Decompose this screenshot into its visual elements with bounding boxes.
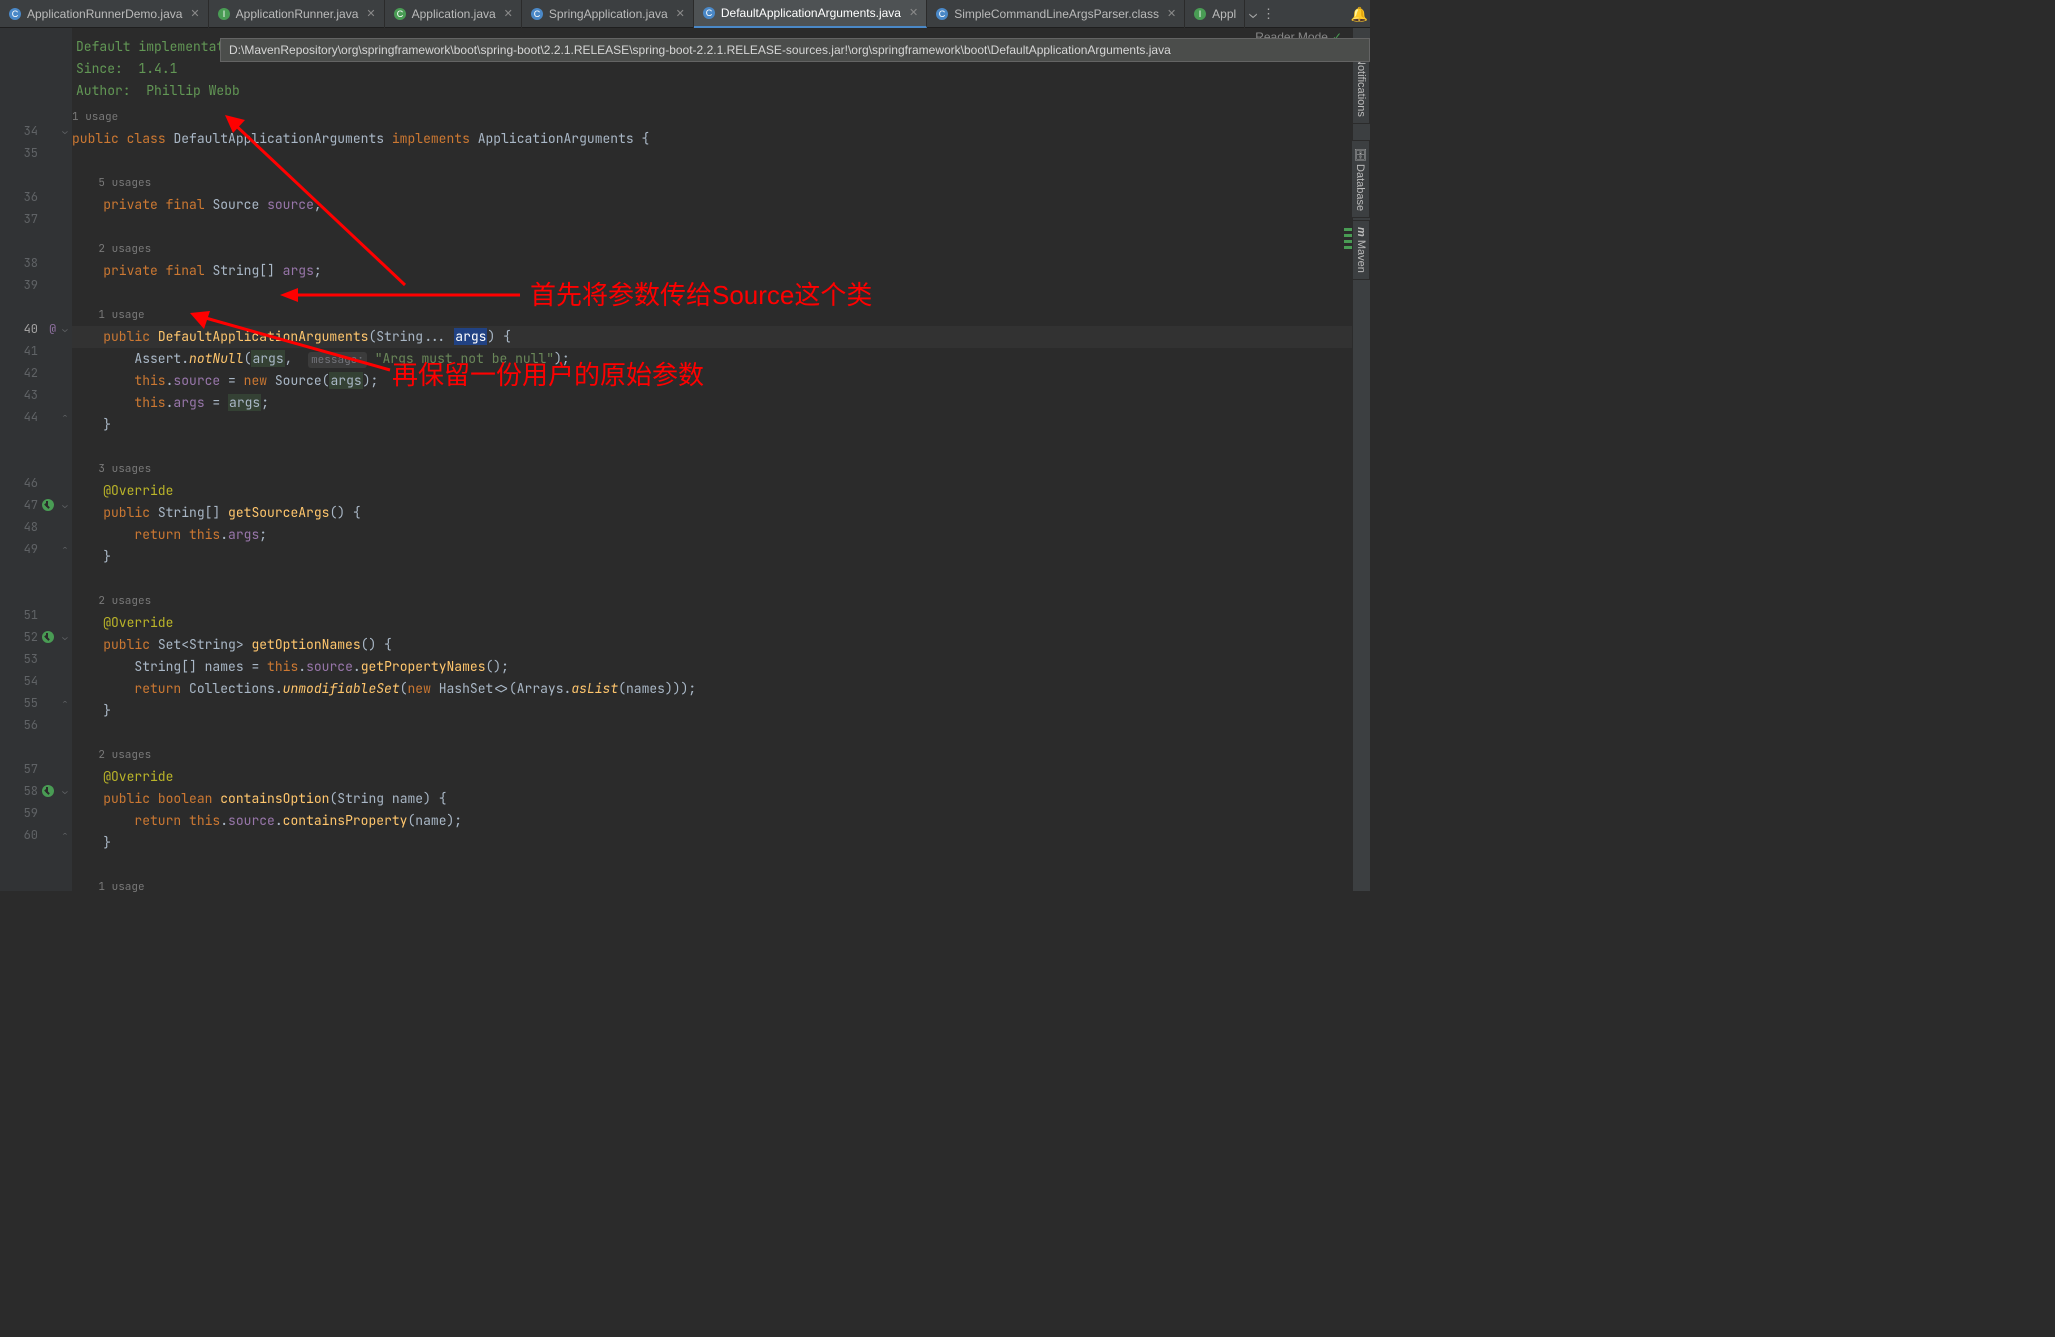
class-icon: C — [702, 6, 716, 20]
path-tooltip: D:\MavenRepository\org\springframework\b… — [220, 38, 1370, 62]
gutter-hint — [0, 98, 58, 120]
close-icon[interactable]: ✕ — [676, 7, 685, 20]
svg-text:I: I — [222, 9, 225, 19]
tool-database[interactable]: 🗄 Database — [1351, 140, 1370, 218]
marker[interactable] — [1344, 234, 1352, 237]
svg-text:C: C — [706, 8, 713, 18]
tab-overflow[interactable]: ⌄⋮ — [1245, 5, 1279, 22]
annotation-text-1: 首先将参数传给Source这个类 — [530, 275, 872, 312]
tab-3[interactable]: CSpringApplication.java✕ — [522, 0, 694, 28]
usage-hint[interactable]: 3 usages — [72, 458, 1370, 480]
editor-area: 34 35 36 37 38 39 40@ 41 42 43 44 46 47 … — [0, 28, 1370, 891]
marker[interactable] — [1344, 246, 1352, 249]
fold-icon[interactable]: ⌃ — [58, 406, 72, 428]
more-icon[interactable]: ⋮ — [1262, 5, 1275, 22]
svg-text:C: C — [396, 9, 403, 19]
fold-icon[interactable]: ⌃ — [58, 692, 72, 714]
fold-icon[interactable]: ⌄ — [58, 494, 72, 516]
fold-icon[interactable]: ⌄ — [58, 780, 72, 802]
tab-6[interactable]: IAppl — [1185, 0, 1245, 28]
notification-bell-icon[interactable]: 🔔 — [1351, 6, 1368, 24]
fold-icon[interactable]: ⌄ — [58, 120, 72, 142]
interface-icon: I — [217, 7, 231, 21]
fold-icon[interactable]: ⌄ — [58, 626, 72, 648]
svg-text:C: C — [534, 9, 541, 19]
annotation-text-2: 再保留一份用户的原始参数 — [392, 355, 704, 392]
fold-icon[interactable]: ⌃ — [58, 538, 72, 560]
line-gutter[interactable]: 34 35 36 37 38 39 40@ 41 42 43 44 46 47 … — [0, 28, 58, 891]
fold-gutter[interactable]: ⌄ ⌄ ⌃ ⌄ ⌃ ⌄ ⌃ ⌄ ⌃ — [58, 28, 72, 891]
class-icon: C — [530, 7, 544, 21]
tool-maven[interactable]: m Maven — [1352, 220, 1370, 280]
svg-text:C: C — [939, 9, 946, 19]
close-icon[interactable]: ✕ — [1167, 7, 1176, 20]
class-icon: C — [8, 7, 22, 21]
close-icon[interactable]: ✕ — [190, 7, 199, 20]
annotation-arrow-3 — [180, 305, 400, 385]
class-icon: C — [393, 7, 407, 21]
marker[interactable] — [1344, 240, 1352, 243]
svg-text:C: C — [12, 9, 19, 19]
maven-icon: m — [1355, 227, 1367, 237]
tab-0[interactable]: CApplicationRunnerDemo.java✕ — [0, 0, 209, 28]
close-icon[interactable]: ✕ — [366, 7, 375, 20]
class-icon: C — [935, 7, 949, 21]
annotation-arrow-1 — [215, 105, 415, 295]
close-icon[interactable]: ✕ — [504, 7, 513, 20]
usage-hint[interactable]: 1 usage — [72, 876, 1370, 898]
usage-hint[interactable]: 2 usages — [72, 590, 1370, 612]
tab-2[interactable]: CApplication.java✕ — [385, 0, 522, 28]
editor-tabs: CApplicationRunnerDemo.java✕ IApplicatio… — [0, 0, 1370, 28]
override-icon[interactable] — [42, 499, 54, 511]
fold-icon[interactable]: ⌄ — [58, 318, 72, 340]
override-icon[interactable] — [42, 631, 54, 643]
fold-icon[interactable]: ⌃ — [58, 824, 72, 846]
tab-1[interactable]: IApplicationRunner.java✕ — [209, 0, 385, 28]
database-icon: 🗄 — [1354, 147, 1366, 161]
usage-hint[interactable]: 2 usages — [72, 744, 1370, 766]
tab-5[interactable]: CSimpleCommandLineArgsParser.class✕ — [927, 0, 1185, 28]
marker-bar[interactable] — [1342, 28, 1352, 891]
close-icon[interactable]: ✕ — [909, 6, 918, 19]
breakpoint-icon[interactable]: @ — [49, 322, 56, 336]
tab-4[interactable]: CDefaultApplicationArguments.java✕ — [694, 0, 927, 28]
marker[interactable] — [1344, 228, 1352, 231]
svg-text:I: I — [1199, 9, 1202, 19]
override-icon[interactable] — [42, 785, 54, 797]
interface-icon: I — [1193, 7, 1207, 21]
chevron-down-icon: ⌄ — [1249, 5, 1257, 22]
